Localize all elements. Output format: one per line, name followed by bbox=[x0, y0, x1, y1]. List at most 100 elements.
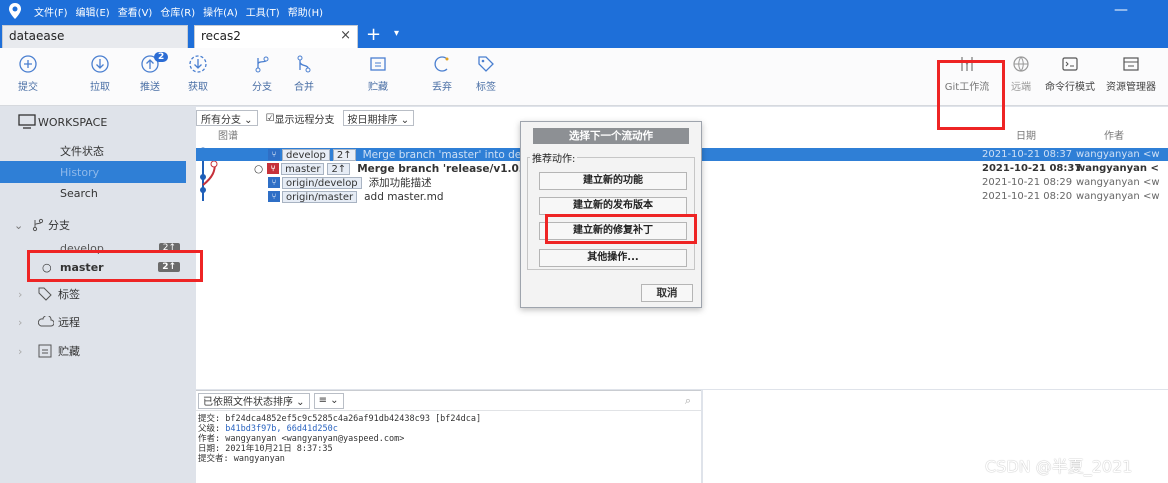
minimize-button[interactable]: — bbox=[1114, 2, 1128, 18]
title-bar: 文件(F) 编辑(E) 查看(V) 仓库(R) 操作(A) 工具(T) 帮助(H… bbox=[0, 0, 1168, 22]
sidebar-section-stashes[interactable]: › 贮藏 bbox=[0, 340, 186, 362]
sort-dropdown[interactable]: 按日期排序 ⌄ bbox=[342, 110, 415, 126]
sidebar-item-search[interactable]: Search bbox=[0, 182, 186, 204]
tab-label: dataease bbox=[9, 29, 65, 43]
commit-date: 2021-10-21 08:37 bbox=[982, 149, 1073, 160]
toolbar-label: 分支 bbox=[252, 82, 272, 93]
menu-edit[interactable]: 编辑(E) bbox=[76, 4, 110, 19]
tag-button[interactable]: 标签 bbox=[464, 54, 508, 93]
start-feature-button[interactable]: 建立新的功能 bbox=[539, 172, 687, 190]
arrow-down-circle-icon bbox=[91, 55, 109, 73]
commit-message: add master.md bbox=[364, 190, 444, 203]
tab-recas2[interactable]: recas2 × bbox=[194, 25, 358, 48]
commit-message: Merge branch 'release/v1.0.0' bbox=[357, 162, 534, 175]
column-header-date[interactable]: 日期 bbox=[1016, 127, 1036, 142]
other-actions-button[interactable]: 其他操作... bbox=[539, 249, 687, 267]
fetch-button[interactable]: 获取 bbox=[176, 54, 220, 93]
plus-circle-icon bbox=[19, 55, 37, 73]
commit-button[interactable]: 提交 bbox=[6, 54, 50, 93]
cancel-button[interactable]: 取消 bbox=[641, 284, 693, 302]
highlight-git-flow bbox=[937, 60, 1005, 130]
parent-hashes[interactable]: b41bd3f97b, 66d41d250c bbox=[225, 424, 338, 434]
author-value: wangyanyan <wangyanyan@yaspeed.com> bbox=[225, 434, 405, 444]
push-button[interactable]: 2 推送 bbox=[128, 52, 172, 93]
menu-view[interactable]: 查看(V) bbox=[118, 4, 153, 19]
commit-info: 提交: bf24dca4852ef5c9c5285c4a26af91db4243… bbox=[196, 411, 701, 464]
sidebar-item-file-status[interactable]: 文件状态 bbox=[0, 140, 186, 162]
start-release-button[interactable]: 建立新的发布版本 bbox=[539, 197, 687, 215]
info-label: 日期: bbox=[198, 444, 221, 454]
sidebar-item-label: 远程 bbox=[58, 316, 80, 329]
menu-bar: 文件(F) 编辑(E) 查看(V) 仓库(R) 操作(A) 工具(T) 帮助(H… bbox=[34, 4, 331, 19]
toolbar-label: 资源管理器 bbox=[1106, 82, 1156, 93]
branch-label: master bbox=[281, 162, 325, 175]
show-remote-toggle[interactable]: ☑ 显示远程分支 bbox=[261, 110, 339, 126]
commit-author: wangyanyan <w bbox=[1076, 177, 1160, 188]
column-header-author[interactable]: 作者 bbox=[1104, 127, 1124, 142]
branch-label: origin/master bbox=[282, 190, 358, 203]
toolbar-label: 标签 bbox=[476, 82, 496, 93]
sidebar-item-label: 分支 bbox=[48, 219, 70, 232]
info-label: 父级: bbox=[198, 424, 221, 434]
filter-label: 已依照文件状态排序 ⌄ bbox=[203, 397, 305, 408]
commit-date: 2021-10-21 08:29 bbox=[982, 177, 1073, 188]
commit-date: 2021-10-21 08:20 bbox=[982, 191, 1073, 202]
sidebar-section-tags[interactable]: › 标签 bbox=[0, 283, 186, 305]
toolbar-label: 拉取 bbox=[90, 82, 110, 93]
sidebar-section-branches[interactable]: ⌄ 分支 bbox=[0, 214, 186, 236]
filter-label: 按日期排序 ⌄ bbox=[347, 114, 410, 126]
sidebar-item-history[interactable]: History bbox=[0, 161, 186, 183]
merge-button[interactable]: 合并 bbox=[282, 54, 326, 93]
commit-hash: bf24dca4852ef5c9c5285c4a26af91db42438c93… bbox=[225, 414, 482, 424]
stash-button[interactable]: 贮藏 bbox=[356, 54, 400, 93]
remote-button[interactable]: 远端 bbox=[1004, 54, 1038, 93]
toolbar-label: 丢弃 bbox=[432, 82, 452, 93]
sidebar-item-workspace[interactable]: WORKSPACE bbox=[0, 111, 186, 133]
branch-filter-dropdown[interactable]: 所有分支 ⌄ bbox=[196, 110, 258, 126]
file-sort-dropdown[interactable]: 已依照文件状态排序 ⌄ bbox=[198, 392, 310, 409]
toolbar-label: 推送 bbox=[140, 82, 160, 93]
explorer-icon bbox=[1123, 57, 1139, 71]
highlight-hotfix-button bbox=[545, 214, 697, 244]
sidebar-section-remotes[interactable]: › 远程 bbox=[0, 311, 186, 333]
menu-repository[interactable]: 仓库(R) bbox=[160, 4, 195, 19]
terminal-icon bbox=[1062, 57, 1078, 71]
branch-icon bbox=[255, 56, 269, 73]
new-tab-icon[interactable]: + bbox=[366, 24, 381, 45]
pull-button[interactable]: 拉取 bbox=[78, 54, 122, 93]
sidebar-item-label: 贮藏 bbox=[58, 345, 80, 358]
commit-author: wangyanyan <w bbox=[1076, 191, 1160, 202]
menu-help[interactable]: 帮助(H) bbox=[288, 4, 323, 19]
app-logo-icon bbox=[6, 0, 24, 22]
committer-line: 提交者: wangyanyan bbox=[198, 454, 701, 464]
branch-icon bbox=[32, 218, 44, 232]
tab-bar: dataease recas2 × + ▾ bbox=[0, 22, 1168, 48]
toolbar-label: 提交 bbox=[18, 82, 38, 93]
tab-dataease[interactable]: dataease bbox=[2, 25, 188, 48]
view-mode-dropdown[interactable]: ≡ ⌄ bbox=[313, 392, 344, 409]
merge-icon bbox=[297, 55, 311, 73]
terminal-button[interactable]: 命令行模式 bbox=[1040, 54, 1100, 93]
menu-file[interactable]: 文件(F) bbox=[34, 4, 68, 19]
menu-actions[interactable]: 操作(A) bbox=[203, 4, 238, 19]
monitor-icon bbox=[18, 114, 36, 129]
chevron-right-icon: › bbox=[18, 315, 23, 329]
branch-button[interactable]: 分支 bbox=[240, 54, 284, 93]
fetch-icon bbox=[189, 55, 207, 73]
tab-dropdown-icon[interactable]: ▾ bbox=[394, 28, 399, 39]
toolbar-label: 远端 bbox=[1011, 82, 1031, 93]
explorer-button[interactable]: 资源管理器 bbox=[1100, 54, 1162, 93]
discard-button[interactable]: 丢弃 bbox=[420, 54, 464, 93]
column-header-graph[interactable]: 图谱 bbox=[218, 127, 238, 142]
detail-toolbar: 已依照文件状态排序 ⌄ ≡ ⌄ ⌕ bbox=[196, 391, 701, 411]
menu-tools[interactable]: 工具(T) bbox=[246, 4, 280, 19]
branch-icon: ⑂ bbox=[268, 177, 280, 188]
tag-icon bbox=[38, 287, 52, 301]
close-icon[interactable]: × bbox=[340, 28, 351, 43]
sidebar-item-label: Search bbox=[60, 186, 98, 200]
search-icon[interactable]: ⌕ bbox=[685, 394, 691, 408]
sidebar-item-label: History bbox=[60, 165, 100, 179]
branch-icon: ⑂ bbox=[268, 191, 280, 202]
dialog-title: 选择下一个流动作 bbox=[533, 128, 689, 144]
toolbar-label: 获取 bbox=[188, 82, 208, 93]
